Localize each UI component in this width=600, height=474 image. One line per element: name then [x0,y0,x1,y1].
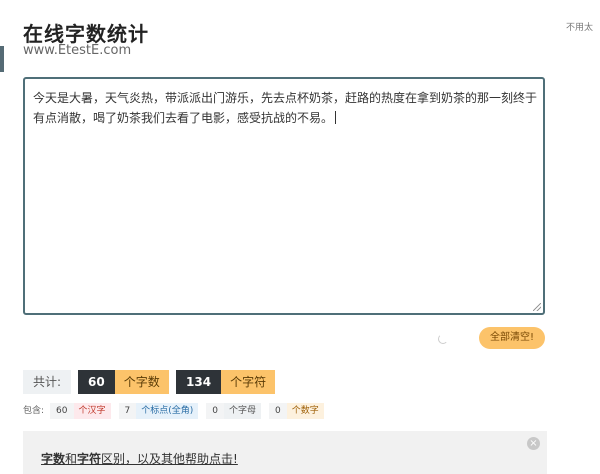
editor-text: 今天是大暑，天气炎热，带派派出门游乐，先去点杯奶茶，赶路的热度在拿到奶茶的那一刻… [33,91,538,125]
help-panel: 字数和字符区别，以及其他帮助点击! × [23,431,547,474]
word-count-value: 60 [78,370,115,394]
editor-content[interactable]: 今天是大暑，天气炎热，带派派出门游乐，先去点杯奶茶，赶路的热度在拿到奶茶的那一刻… [33,88,541,128]
char-count-badge: 134 个字符 [176,370,276,394]
side-note: 不用太 [566,23,594,33]
punct-unit: 个标点(全角) [136,403,199,419]
char-count-unit: 个字符 [221,370,276,394]
help-rest: 区别，以及其他帮助点击! [101,452,238,466]
punct-count: 7 [118,403,137,419]
clear-all-button[interactable]: 全部清空! [479,327,545,349]
hanzi-stat: 60 个汉字 [50,403,111,419]
text-caret [335,111,337,124]
letter-unit: 个字母 [224,403,262,419]
help-link[interactable]: 字数和字符区别，以及其他帮助点击! [41,450,238,467]
hanzi-count: 60 [50,403,74,419]
detail-label: 包含: [23,406,45,416]
punct-stat: 7 个标点(全角) [118,403,199,419]
help-term-chars: 字符 [77,452,102,466]
detail-breakdown: 包含: 60 个汉字 7 个标点(全角) 0 个字母 0 个数字 [23,403,332,419]
hanzi-unit: 个汉字 [73,403,111,419]
digit-stat: 0 个数字 [269,403,324,419]
help-and: 和 [65,452,78,466]
letter-stat: 0 个字母 [206,403,262,419]
word-count-unit: 个字数 [114,370,169,394]
site-url[interactable]: www.EtestE.com [23,43,131,58]
char-count-value: 134 [176,370,222,394]
help-term-words: 字数 [41,452,66,466]
letter-count: 0 [206,403,225,419]
digit-unit: 个数字 [286,403,324,419]
digit-count: 0 [269,403,287,419]
text-input-area[interactable]: 今天是大暑，天气炎热，带派派出门游乐，先去点杯奶茶，赶路的热度在拿到奶茶的那一刻… [23,77,545,315]
resize-handle-icon[interactable] [533,303,541,311]
total-label: 共计: [23,370,71,394]
loading-spinner-icon [438,334,448,344]
left-accent-bar [0,46,4,72]
word-count-badge: 60 个字数 [78,370,169,394]
close-icon[interactable]: × [527,437,540,450]
